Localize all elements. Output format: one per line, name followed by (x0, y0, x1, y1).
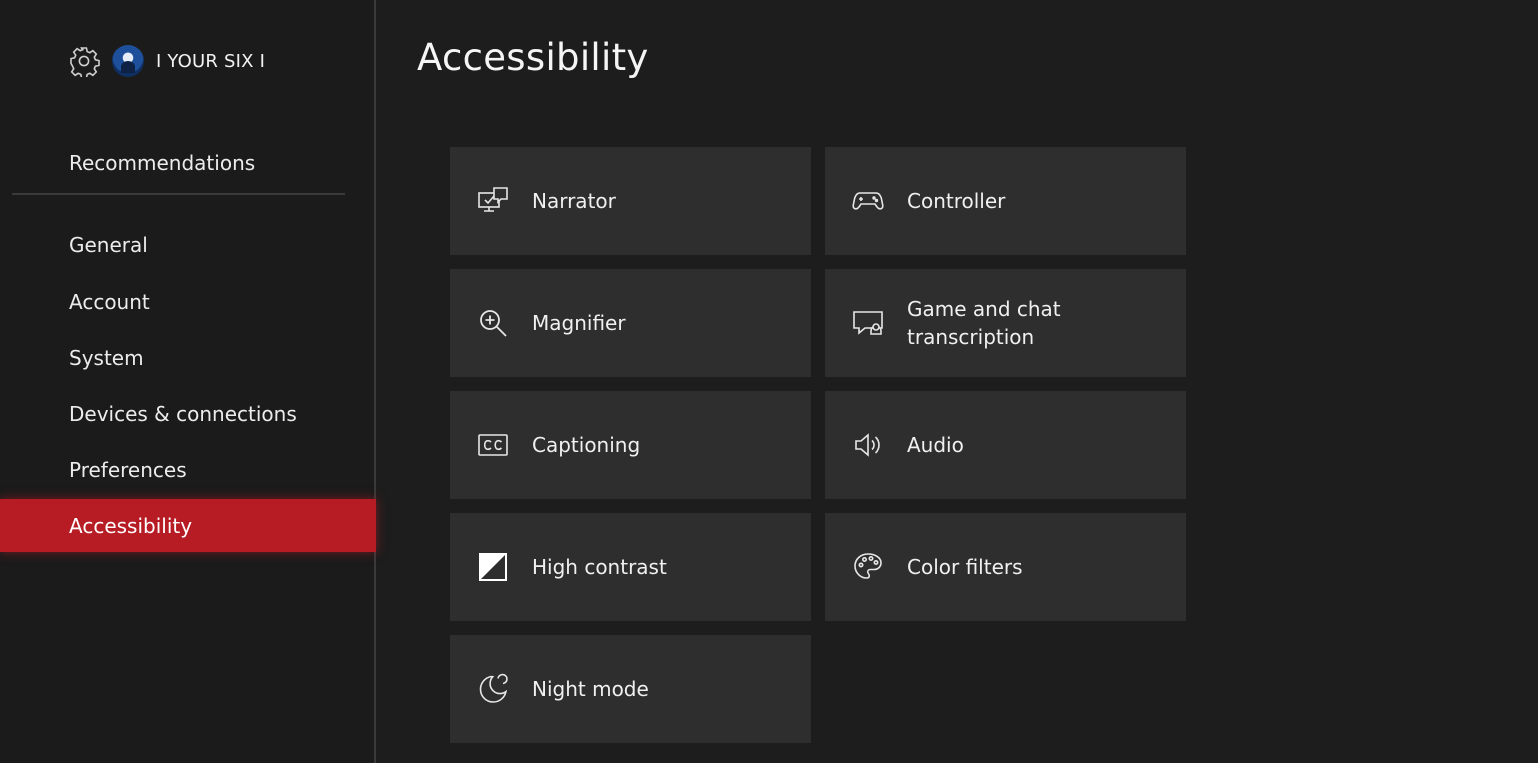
gamertag: I YOUR SIX I (156, 50, 266, 72)
tile-label: Magnifier (532, 311, 626, 335)
sidebar-item-system[interactable]: System (0, 333, 376, 383)
tile-label: Game and chat transcription (907, 297, 1061, 349)
tile-captioning[interactable]: Captioning (450, 391, 811, 499)
tile-controller[interactable]: Controller (825, 147, 1186, 255)
sidebar-item-general[interactable]: General (0, 220, 376, 270)
magnifier-icon (476, 306, 510, 340)
tile-narrator[interactable]: Narrator (450, 147, 811, 255)
tile-game-chat-transcription[interactable]: Game and chat transcription (825, 269, 1186, 377)
tile-label: Captioning (532, 433, 641, 457)
tile-magnifier[interactable]: Magnifier (450, 269, 811, 377)
narrator-icon (476, 184, 510, 218)
tile-label: Color filters (907, 555, 1023, 579)
tile-label: Audio (907, 433, 964, 457)
chat-transcription-icon (851, 306, 885, 340)
sidebar-item-accessibility[interactable]: Accessibility (0, 499, 376, 552)
tile-label: Controller (907, 189, 1006, 213)
settings-screen: I YOUR SIX I Recommendations General Acc… (0, 0, 1538, 763)
profile-header: I YOUR SIX I (68, 44, 265, 78)
sidebar: I YOUR SIX I Recommendations General Acc… (0, 0, 376, 763)
controller-icon (851, 184, 885, 218)
tile-night-mode[interactable]: Night mode (450, 635, 811, 743)
closed-captions-icon (476, 428, 510, 462)
sidebar-divider (12, 193, 345, 195)
tile-audio[interactable]: Audio (825, 391, 1186, 499)
tile-high-contrast[interactable]: High contrast (450, 513, 811, 621)
page-title: Accessibility (417, 36, 649, 79)
sidebar-item-devices-connections[interactable]: Devices & connections (0, 389, 376, 439)
gear-icon (68, 45, 100, 77)
tile-color-filters[interactable]: Color filters (825, 513, 1186, 621)
high-contrast-icon (476, 550, 510, 584)
tile-label: Night mode (532, 677, 649, 701)
tile-label: High contrast (532, 555, 667, 579)
speaker-icon (851, 428, 885, 462)
avatar[interactable] (112, 45, 144, 77)
moon-icon (476, 672, 510, 706)
sidebar-item-preferences[interactable]: Preferences (0, 445, 376, 495)
sidebar-item-recommendations[interactable]: Recommendations (0, 138, 376, 188)
palette-icon (851, 550, 885, 584)
sidebar-item-account[interactable]: Account (0, 277, 376, 327)
tile-label: Narrator (532, 189, 616, 213)
